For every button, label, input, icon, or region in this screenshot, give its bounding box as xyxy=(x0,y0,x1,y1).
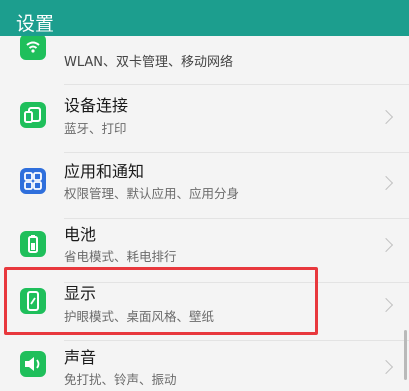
display-icon xyxy=(20,288,46,314)
settings-item-title: 电池 xyxy=(64,225,97,244)
settings-item-subtitle: 免打扰、铃声、振动 xyxy=(64,372,177,387)
apps-grid-icon xyxy=(20,168,46,194)
divider xyxy=(64,84,409,85)
speaker-icon xyxy=(20,351,46,377)
chevron-right-icon xyxy=(378,175,394,191)
scrollbar[interactable] xyxy=(404,330,407,380)
settings-item-subtitle: 护眼模式、桌面风格、壁纸 xyxy=(64,309,215,324)
settings-item-title: 显示 xyxy=(64,284,97,303)
settings-item-title: 设备连接 xyxy=(64,96,129,115)
settings-item-title: 应用和通知 xyxy=(64,162,145,181)
chevron-right-icon xyxy=(378,237,394,253)
settings-item-subtitle: WLAN、双卡管理、移动网络 xyxy=(64,55,234,70)
chevron-right-icon xyxy=(378,359,394,375)
chevron-right-icon xyxy=(378,109,394,125)
settings-item-title: 声音 xyxy=(64,348,97,367)
settings-item-subtitle: 权限管理、默认应用、应用分身 xyxy=(64,186,240,201)
settings-list[interactable]: WLAN、双卡管理、移动网络 设备连接 蓝牙、打印 应用和通知 权限管理、默认应… xyxy=(0,36,409,391)
settings-item-sound[interactable]: 声音 免打扰、铃声、振动 xyxy=(0,340,409,391)
page-title: 设置 xyxy=(16,13,55,35)
settings-item-network[interactable]: WLAN、双卡管理、移动网络 xyxy=(0,36,409,82)
chevron-right-icon xyxy=(378,297,394,313)
device-connection-icon xyxy=(20,102,46,128)
settings-item-subtitle: 蓝牙、打印 xyxy=(64,121,127,136)
settings-item-display[interactable]: 显示 护眼模式、桌面风格、壁纸 xyxy=(0,272,409,338)
battery-icon xyxy=(20,231,46,257)
wifi-icon xyxy=(20,36,46,60)
divider xyxy=(64,218,409,219)
settings-item-subtitle: 省电模式、耗电排行 xyxy=(64,249,177,264)
settings-item-apps-notifications[interactable]: 应用和通知 权限管理、默认应用、应用分身 xyxy=(0,152,409,218)
settings-item-device-connection[interactable]: 设备连接 蓝牙、打印 xyxy=(0,86,409,152)
